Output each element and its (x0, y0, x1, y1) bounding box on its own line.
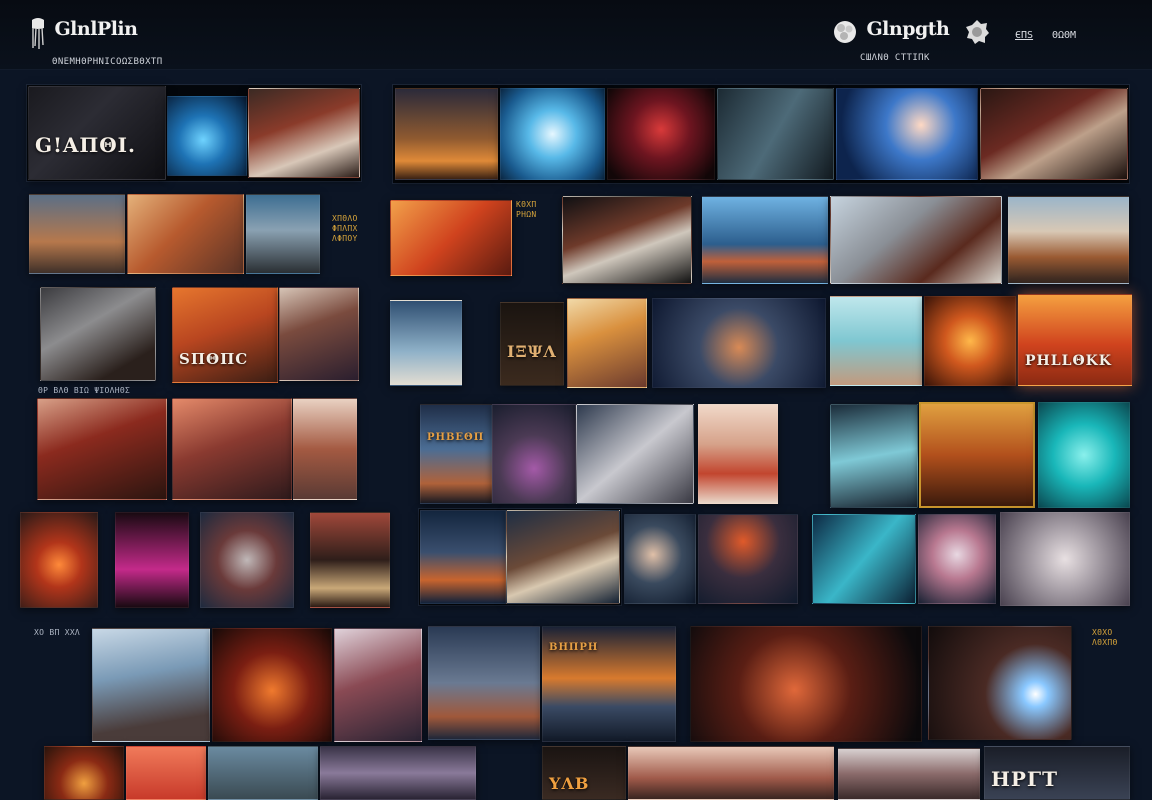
tile-title: ΙΞΨΛ (507, 342, 557, 361)
tile-r7-1[interactable] (44, 746, 124, 800)
header-link-primary[interactable]: ЄΠS (1015, 30, 1033, 41)
tile-r6-7[interactable] (928, 626, 1072, 740)
flower-logo-icon (832, 18, 858, 51)
tile-r7-3[interactable] (208, 746, 318, 800)
brand-subtitle-left: ΘΝΕΜΗΘΡΗΝΙCΟΩΣΒΘΧΤΠ (52, 57, 163, 67)
tile-r6-5[interactable]: ΒΗΠΡΗ (542, 626, 676, 742)
tile-r7-2[interactable] (126, 746, 206, 800)
tile-r1-5[interactable] (500, 88, 605, 180)
top-bar: GlnlPlin ΘΝΕΜΗΘΡΗΝΙCΟΩΣΒΘΧΤΠ Glnpgth CШΛ… (0, 0, 1152, 70)
tile-r1-3[interactable] (248, 88, 360, 178)
tile-r2-4[interactable] (390, 200, 512, 276)
tile-r3-2[interactable]: SΠΘΠC (172, 287, 278, 383)
tile-r7-7[interactable] (838, 748, 980, 800)
header-link-secondary[interactable]: ΘΩΘΜ (1052, 30, 1076, 41)
tile-r4-5[interactable] (492, 404, 576, 504)
tile-r4-7[interactable] (698, 404, 778, 504)
seal-badge-icon (964, 18, 990, 51)
tile-r5-4[interactable] (310, 512, 390, 608)
tile-r5-6[interactable] (506, 510, 620, 604)
tile-r4-10[interactable] (1038, 402, 1130, 508)
tile-r1-1[interactable]: G!ΑΠΘΙ. (28, 86, 166, 180)
tile-r1-9[interactable] (980, 88, 1128, 180)
tile-r7-4[interactable] (320, 746, 476, 800)
jellyfish-logo-icon (30, 18, 46, 55)
tile-r3-4[interactable] (390, 300, 462, 386)
tile-r3-10[interactable]: ΡΗLLΘΚΚ (1018, 294, 1132, 386)
tile-title: ΡΗΒΕΘΠ (427, 432, 485, 443)
tile-r4-3[interactable] (293, 398, 357, 500)
tile-r1-8[interactable] (836, 88, 978, 180)
tile-r1-7[interactable] (717, 88, 834, 180)
tile-r6-1[interactable] (92, 628, 210, 742)
tile-r5-8[interactable] (698, 514, 798, 604)
tile-r5-9[interactable] (812, 514, 916, 604)
tile-title: ΡΗLLΘΚΚ (1025, 353, 1112, 369)
brand-title-right: Glnpgth (866, 18, 950, 40)
tile-r3-9[interactable] (924, 296, 1016, 386)
tile-r6-2[interactable] (212, 628, 332, 742)
tile-r1-4[interactable] (395, 88, 498, 180)
tile-r5-5[interactable] (420, 510, 506, 604)
caption-row6: ΧΟ ΒΠ ΧΧΛ (34, 628, 81, 637)
tile-r3-8[interactable] (830, 296, 922, 386)
brand-subtitle-right: CШΛΝΘ СТΤΙΠΚ (860, 53, 930, 63)
brand-left[interactable]: GlnlPlin ΘΝΕΜΗΘΡΗΝΙCΟΩΣΒΘΧΤΠ (30, 18, 163, 67)
tile-r5-10[interactable] (918, 514, 996, 604)
caption-row2b: ΚΘΧΠ ΡΗΩΝ (516, 200, 537, 219)
tile-r4-1[interactable] (37, 398, 167, 500)
tile-r5-3[interactable] (200, 512, 294, 608)
tile-r5-11[interactable] (1000, 512, 1130, 606)
tile-r7-6[interactable] (628, 746, 834, 800)
tile-r2-2[interactable] (127, 194, 244, 274)
tile-r2-6[interactable] (702, 196, 828, 284)
tile-r4-4[interactable]: ΡΗΒΕΘΠ (420, 404, 492, 504)
caption-row2: ΧΠΘΛΟ ΦΠΛΠΧ ΛΦΠΟΥ (332, 214, 358, 243)
tile-r3-1[interactable] (40, 287, 156, 381)
tile-title: ΒΗΠΡΗ (549, 642, 599, 653)
tile-r5-7[interactable] (624, 514, 696, 604)
tile-r1-2[interactable] (167, 96, 247, 176)
tile-r5-1[interactable] (20, 512, 98, 608)
tile-r4-6[interactable] (576, 404, 694, 504)
tile-r3-6[interactable] (567, 298, 647, 388)
tile-r7-8[interactable]: ΗΡΓΤ (984, 746, 1130, 800)
tile-r1-6[interactable] (607, 88, 715, 180)
tile-r4-9[interactable] (919, 402, 1035, 508)
tile-r5-2[interactable] (115, 512, 189, 608)
tile-r6-4[interactable] (428, 626, 540, 740)
tile-r2-8[interactable] (1008, 196, 1129, 284)
tile-r6-3[interactable] (334, 628, 422, 742)
tile-r2-5[interactable] (562, 196, 692, 284)
tile-r4-8[interactable] (830, 404, 918, 508)
brand-title-left: GlnlPlin (54, 18, 138, 40)
tile-r2-3[interactable] (246, 194, 320, 274)
tile-r2-1[interactable] (29, 194, 125, 274)
tile-title: ΗΡΓΤ (991, 767, 1059, 791)
caption-row4: ΘΡ ΒΛΘ ΒΙΩ ΨΙΟΛΗΘΣ (38, 386, 131, 395)
tile-r7-5[interactable]: ΥΛΒ (542, 746, 626, 800)
tile-r3-3[interactable] (279, 287, 359, 381)
tile-title: ΥΛΒ (549, 774, 590, 793)
brand-right[interactable]: Glnpgth CШΛΝΘ СТΤΙΠΚ (832, 18, 990, 63)
tile-r2-7[interactable] (830, 196, 1002, 284)
tile-title: SΠΘΠC (179, 350, 249, 368)
tile-title: G!ΑΠΘΙ. (35, 133, 137, 157)
tile-r3-7[interactable] (652, 298, 826, 388)
tile-r6-6[interactable] (690, 626, 922, 742)
caption-row6b: ΧΘΧΟ ΛΘΧΠΘ (1092, 628, 1118, 647)
tile-r3-5[interactable]: ΙΞΨΛ (500, 302, 564, 386)
tile-r4-2[interactable] (172, 398, 292, 500)
